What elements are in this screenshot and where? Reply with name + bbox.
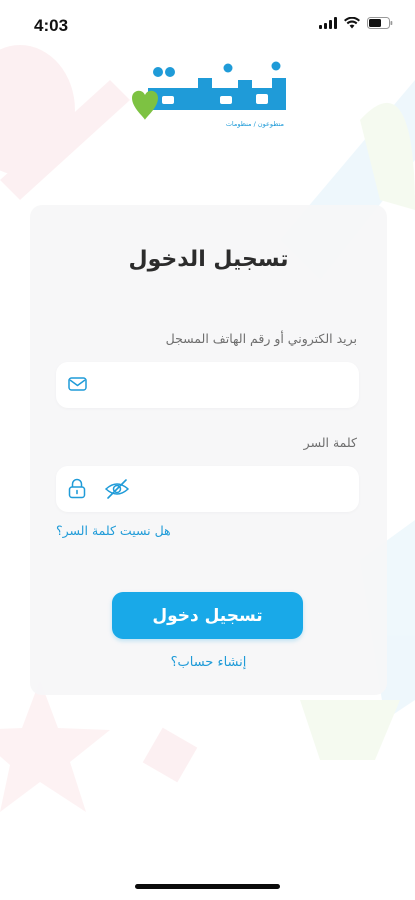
battery-icon — [367, 17, 393, 29]
signal-icon — [319, 17, 337, 29]
email-field[interactable] — [56, 362, 359, 408]
email-field-container — [56, 362, 359, 408]
create-account-link[interactable]: إنشاء حساب؟ — [30, 655, 387, 670]
logo-tagline: متطوعون / منظومات — [225, 120, 284, 128]
app-logo: متطوعون / منظومات — [128, 58, 288, 130]
eye-off-icon[interactable] — [104, 478, 130, 500]
password-field[interactable] — [56, 466, 359, 512]
status-time: 4:03 — [34, 16, 69, 35]
lock-icon — [68, 478, 86, 499]
home-indicator — [135, 884, 280, 889]
email-field-label: بريد الكتروني أو رقم الهاتف المسجل — [165, 331, 357, 346]
status-bar: 4:03 — [0, 0, 415, 48]
status-icons — [319, 17, 393, 29]
forgot-password-link[interactable]: هل نسيت كلمة السر؟ — [56, 523, 171, 538]
mail-icon — [68, 376, 87, 392]
login-button[interactable]: تسجيل دخول — [112, 592, 303, 639]
password-field-label: كلمة السر — [303, 435, 357, 450]
wifi-icon — [344, 17, 360, 29]
page-title: تسجيل الدخول — [128, 247, 289, 272]
login-card: تسجيل الدخول بريد الكتروني أو رقم الهاتف… — [30, 205, 387, 695]
password-field-container — [56, 466, 359, 512]
